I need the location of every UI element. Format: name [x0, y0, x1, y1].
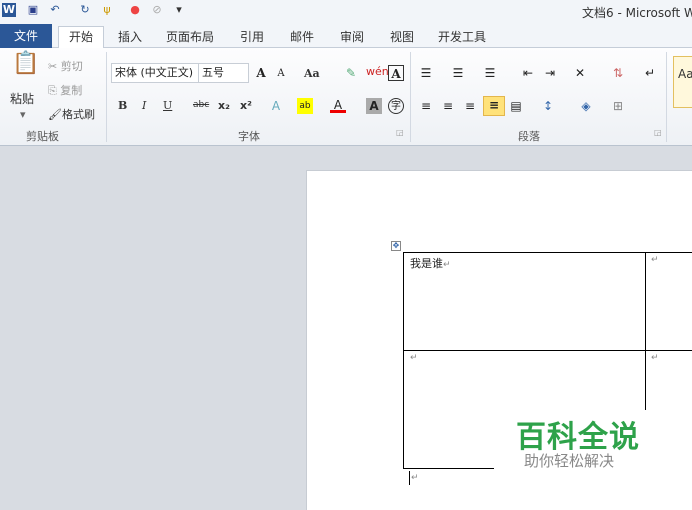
distributed-icon[interactable]: ▤ [508, 98, 524, 114]
end-of-cell-mark: ↵ [410, 353, 418, 363]
cut-button[interactable]: ✂ 剪切 [48, 58, 83, 74]
font-color-icon[interactable]: A [330, 97, 346, 113]
font-dialog-launcher[interactable]: ◲ [396, 128, 404, 137]
decrease-indent-icon[interactable]: ⇤ [520, 65, 536, 81]
paste-dropdown-icon[interactable]: ▾ [20, 108, 26, 121]
change-case-button[interactable]: Aa [304, 67, 320, 80]
table-border [403, 252, 404, 469]
table-cell[interactable]: 我是谁↵ [410, 255, 451, 271]
copy-button[interactable]: ⎘ 复制 [48, 82, 82, 98]
title-bar: W ▣ ↶ ↻ ψ ● ⊘ ▾ 文档6 - Microsoft Word [0, 0, 692, 24]
format-painter-label: 格式刷 [61, 108, 95, 121]
char-border-button[interactable]: A [388, 65, 404, 81]
table-border [403, 252, 692, 253]
sort-icon[interactable]: ⇅ [610, 65, 626, 81]
tab-insert[interactable]: 插入 [112, 27, 148, 48]
align-center-icon[interactable]: ≡ [440, 98, 456, 114]
tab-home[interactable]: 开始 [58, 26, 104, 48]
cell-text: 我是谁 [410, 257, 443, 270]
chinese-layout-icon[interactable]: ✕ [572, 65, 588, 81]
borders-icon[interactable]: ⊞ [610, 98, 626, 114]
underline-button[interactable]: U [163, 99, 172, 112]
line-spacing-icon[interactable]: ↕ [540, 98, 556, 114]
format-painter-button[interactable]: 🖌格式刷 [48, 106, 95, 122]
shrink-font-icon[interactable]: A [273, 66, 289, 82]
paragraph-mark: ↵ [411, 473, 419, 483]
watermark: 百科全说 助你轻松解决 [494, 410, 692, 470]
italic-button[interactable]: I [142, 99, 146, 112]
save-icon[interactable]: ▣ [26, 3, 40, 17]
align-left-icon[interactable]: ≡ [418, 98, 434, 114]
paint-icon[interactable]: ψ [100, 3, 114, 17]
eraser-icon[interactable]: ⊘ [150, 3, 164, 17]
grow-font-icon[interactable]: A [253, 65, 269, 81]
color-icon[interactable]: ● [128, 3, 142, 17]
paragraph-dialog-launcher[interactable]: ◲ [654, 128, 662, 137]
window-title: 文档6 - Microsoft Word [582, 6, 692, 20]
text-cursor [409, 471, 410, 485]
table-move-handle-icon[interactable]: ✥ [391, 241, 401, 251]
copy-label: 复制 [60, 84, 83, 97]
tab-mailings[interactable]: 邮件 [284, 27, 320, 48]
font-name-combo[interactable]: 宋体 (中文正文) [111, 63, 199, 83]
separator [666, 52, 667, 142]
table-border [403, 350, 692, 351]
separator [410, 52, 411, 142]
paragraph-group-label: 段落 [518, 130, 540, 143]
superscript-button[interactable]: x² [240, 99, 252, 112]
tab-view[interactable]: 视图 [384, 27, 420, 48]
word-logo-icon[interactable]: W [2, 3, 16, 17]
tab-review[interactable]: 审阅 [334, 27, 370, 48]
cut-label: 剪切 [60, 60, 83, 73]
end-of-cell-mark: ↵ [651, 255, 659, 265]
end-of-cell-mark: ↵ [651, 353, 659, 363]
bullets-icon[interactable]: ☰ [418, 65, 434, 81]
tab-file[interactable]: 文件 [0, 24, 52, 48]
undo-icon[interactable]: ↶ [48, 3, 62, 17]
subscript-button[interactable]: x₂ [218, 99, 230, 112]
multilevel-list-icon[interactable]: ☰ [482, 65, 498, 81]
separator [106, 52, 107, 142]
ribbon-tabs: 文件 开始 插入 页面布局 引用 邮件 审阅 视图 开发工具 [0, 24, 692, 48]
clear-format-icon[interactable]: ✎ [343, 65, 359, 81]
align-right-icon[interactable]: ≡ [462, 98, 478, 114]
watermark-subtitle: 助你轻松解决 [524, 452, 615, 470]
justify-icon[interactable]: ≡ [483, 96, 505, 116]
text-effects-icon[interactable]: A [268, 98, 284, 114]
style-normal[interactable]: Aa [673, 56, 692, 108]
phonetic-guide-button[interactable]: wén [366, 65, 389, 78]
enclose-char-button[interactable]: 字 [388, 98, 404, 114]
end-of-cell-mark: ↵ [443, 260, 451, 270]
paste-icon[interactable]: 📋 [12, 53, 39, 84]
font-size-combo[interactable]: 五号 [198, 63, 249, 83]
font-group-label: 字体 [238, 130, 260, 143]
strikethrough-button[interactable]: abc [193, 100, 209, 110]
tab-developer[interactable]: 开发工具 [434, 27, 490, 48]
tab-references[interactable]: 引用 [234, 27, 270, 48]
redo-icon[interactable]: ↻ [78, 3, 92, 17]
highlight-icon[interactable]: ab [297, 98, 313, 114]
increase-indent-icon[interactable]: ⇥ [542, 65, 558, 81]
tab-page-layout[interactable]: 页面布局 [162, 27, 218, 48]
char-shading-icon[interactable]: A [366, 98, 382, 114]
show-marks-icon[interactable]: ↵ [642, 65, 658, 81]
shading-icon[interactable]: ◈ [578, 98, 594, 114]
ribbon: 📋 粘贴 ▾ ✂ 剪切 ⎘ 复制 🖌格式刷 剪贴板 宋体 (中文正文) 五号 A… [0, 48, 692, 146]
customize-icon[interactable]: ▾ [172, 3, 186, 17]
bold-button[interactable]: B [118, 99, 127, 112]
paste-button[interactable]: 粘贴 [10, 90, 34, 107]
clipboard-group-label: 剪贴板 [26, 130, 59, 143]
numbering-icon[interactable]: ☰ [450, 65, 466, 81]
